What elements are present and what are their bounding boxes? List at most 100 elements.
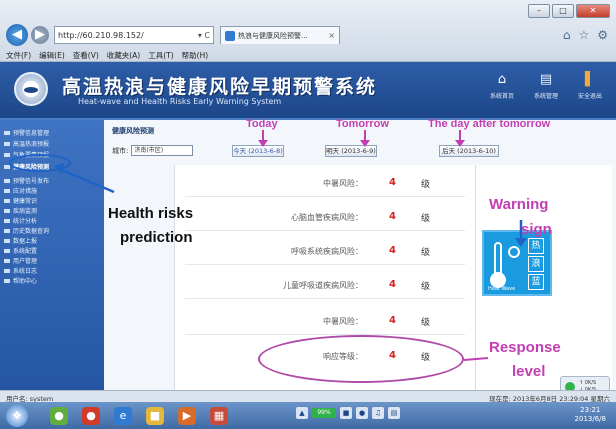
risk-row: 中暑风险： 4 级 xyxy=(175,307,475,335)
menu-tools[interactable]: 工具(T) xyxy=(148,50,173,61)
app-icon[interactable]: ● xyxy=(82,407,100,425)
sidebar-item-label: 应对措施 xyxy=(13,188,38,195)
sidebar-item-warning-info[interactable]: 预警信息管理 xyxy=(4,128,49,137)
sidebar-item-label: 疾病监测 xyxy=(13,208,38,215)
bullet-icon xyxy=(4,208,10,213)
star-icon[interactable]: ☆ xyxy=(578,28,589,42)
network-icon[interactable]: ▤ xyxy=(388,407,400,419)
system-tray: ▲ 99% ■ ● ♫ ▤ xyxy=(296,407,400,419)
menu-help[interactable]: 帮助(H) xyxy=(182,50,209,61)
bullet-icon xyxy=(4,152,10,157)
bullet-icon xyxy=(4,268,10,273)
annotation-today: Today xyxy=(246,118,278,130)
annotation-tomorrow: Tomorrow xyxy=(336,118,389,130)
risk-label: 中暑风险： xyxy=(323,317,363,326)
sidebar-item-config[interactable]: 系统配置 xyxy=(4,246,37,255)
annotation-response: Response xyxy=(489,339,561,356)
status-bar: 用户名: system 现在是: 2013年6月8日 23:29:04 星期六 xyxy=(0,390,616,403)
maximize-button[interactable]: □ xyxy=(552,4,574,18)
risk-row: 中暑风险： 4 级 xyxy=(175,169,475,197)
back-arrow-icon[interactable]: ◀ xyxy=(6,24,28,46)
tray-icon[interactable]: ■ xyxy=(340,407,352,419)
sidebar-item-heatwave-forecast[interactable]: 高温热浪预报 xyxy=(4,139,49,148)
sidebar-item-signal-release[interactable]: 预警信号发布 xyxy=(4,176,49,185)
risk-label: 心脑血管疾病风险： xyxy=(291,213,363,222)
bullet-icon xyxy=(4,164,10,169)
menu-view[interactable]: 查看(V) xyxy=(73,50,99,61)
warning-sign-characters: 热 浪 蓝 xyxy=(528,238,544,290)
sidebar-item-logs[interactable]: 系统日志 xyxy=(4,266,37,275)
risk-unit: 级 xyxy=(421,318,431,328)
menu-file[interactable]: 文件(F) xyxy=(6,50,31,61)
site-subtitle: Heat-wave and Health Risks Early Warning… xyxy=(78,97,282,106)
tab-label: 热浪与健康风险预警... xyxy=(238,31,308,40)
sidebar-item-response[interactable]: 应对措施 xyxy=(4,186,37,195)
sidebar-item-label: 高温热浪预报 xyxy=(13,141,50,148)
risk-label: 中暑风险： xyxy=(323,179,363,188)
risk-level: 4 xyxy=(389,177,396,188)
volume-icon[interactable]: ♫ xyxy=(372,407,384,419)
risk-unit: 级 xyxy=(421,248,431,258)
sidebar-item-label: 数据上报 xyxy=(13,238,38,245)
sidebar-item-label: 健康常识 xyxy=(13,198,38,205)
forward-arrow-icon[interactable]: ▶ xyxy=(31,26,49,44)
row-divider xyxy=(185,298,465,299)
risk-unit: 级 xyxy=(421,180,431,190)
taskbar-clock[interactable]: 23:21 2013/6/8 xyxy=(575,406,606,424)
sidebar-item-label: 健康风险预测 xyxy=(13,164,50,171)
today-button[interactable]: 今天 (2013-6-8) xyxy=(232,145,284,157)
address-bar[interactable]: http://60.210.98.152/ ▾ C xyxy=(54,26,214,44)
risk-level: 4 xyxy=(389,211,396,222)
heatwave-warning-sign: 热 浪 蓝 Heat Wave xyxy=(482,230,552,296)
refresh-icon[interactable]: ▾ C xyxy=(198,31,210,40)
menu-favorites[interactable]: 收藏夹(A) xyxy=(107,50,140,61)
browser-toolbar-icons: ⌂ ☆ ⚙ xyxy=(563,28,608,42)
bullet-icon xyxy=(4,141,10,146)
annotation-day-after: The day after tomorrow xyxy=(428,118,551,130)
sidebar-item-health-tips[interactable]: 健康常识 xyxy=(4,196,37,205)
risk-row: 心脑血管疾病风险： 4 级 xyxy=(175,203,475,231)
gear-icon[interactable]: ⚙ xyxy=(597,28,608,42)
battery-indicator[interactable]: 99% xyxy=(312,408,336,418)
menu-edit[interactable]: 编辑(E) xyxy=(39,50,65,61)
city-select[interactable]: 济南(市区) xyxy=(131,145,194,156)
sidebar-item-health-risk[interactable]: 健康风险预测 xyxy=(4,162,49,171)
app-icon[interactable]: ▶ xyxy=(178,407,196,425)
sidebar-item-disease-monitor[interactable]: 疾病监测 xyxy=(4,206,37,215)
window-controls: – □ ✕ xyxy=(528,4,610,18)
nav-system[interactable]: ▤ 系统管理 xyxy=(530,72,562,100)
tray-icon[interactable]: ● xyxy=(356,407,368,419)
risk-label: 儿童呼吸道疾病风险： xyxy=(283,281,363,290)
minimize-button[interactable]: – xyxy=(528,4,550,18)
app-icon[interactable]: ▦ xyxy=(210,407,228,425)
risk-level: 4 xyxy=(389,315,396,326)
address-text: http://60.210.98.152/ xyxy=(58,30,144,40)
warning-char: 浪 xyxy=(528,256,544,272)
sidebar-item-weather-forecast[interactable]: 气象要素预报 xyxy=(4,150,49,159)
day-after-tomorrow-button[interactable]: 后天 (2013-6-10) xyxy=(439,145,499,157)
home-icon[interactable]: ⌂ xyxy=(563,28,571,42)
tab-close-icon[interactable]: × xyxy=(328,31,335,40)
browser-tab[interactable]: 热浪与健康风险预警... × xyxy=(220,26,340,44)
folder-icon[interactable]: ■ xyxy=(146,407,164,425)
bullet-icon xyxy=(4,218,10,223)
start-menu-icon[interactable]: ❖ xyxy=(6,405,28,427)
risk-row: 呼吸系统疾病风险： 4 级 xyxy=(175,237,475,265)
sidebar-item-statistics[interactable]: 统计分析 xyxy=(4,216,37,225)
ie-browser-icon[interactable]: e xyxy=(114,407,132,425)
sidebar-item-users[interactable]: 用户管理 xyxy=(4,256,37,265)
tray-icon[interactable]: ▲ xyxy=(296,407,308,419)
risk-row: 儿童呼吸道疾病风险： 4 级 xyxy=(175,271,475,299)
city-label: 城市: xyxy=(112,146,129,155)
app-icon[interactable]: ● xyxy=(50,407,68,425)
tomorrow-button[interactable]: 明天 (2013-6-9) xyxy=(325,145,377,157)
sidebar-item-history-query[interactable]: 历史数据查询 xyxy=(4,226,49,235)
warning-char: 热 xyxy=(528,238,544,254)
sidebar-item-label: 用户管理 xyxy=(13,258,38,265)
sidebar-item-data-report[interactable]: 数据上报 xyxy=(4,236,37,245)
banner-nav: ⌂ 系统首页 ▤ 系统管理 ▌ 安全退出 xyxy=(486,72,606,100)
nav-home[interactable]: ⌂ 系统首页 xyxy=(486,72,518,100)
close-window-button[interactable]: ✕ xyxy=(576,4,610,18)
sidebar-item-help[interactable]: 帮助中心 xyxy=(4,276,37,285)
nav-logout[interactable]: ▌ 安全退出 xyxy=(574,72,606,100)
